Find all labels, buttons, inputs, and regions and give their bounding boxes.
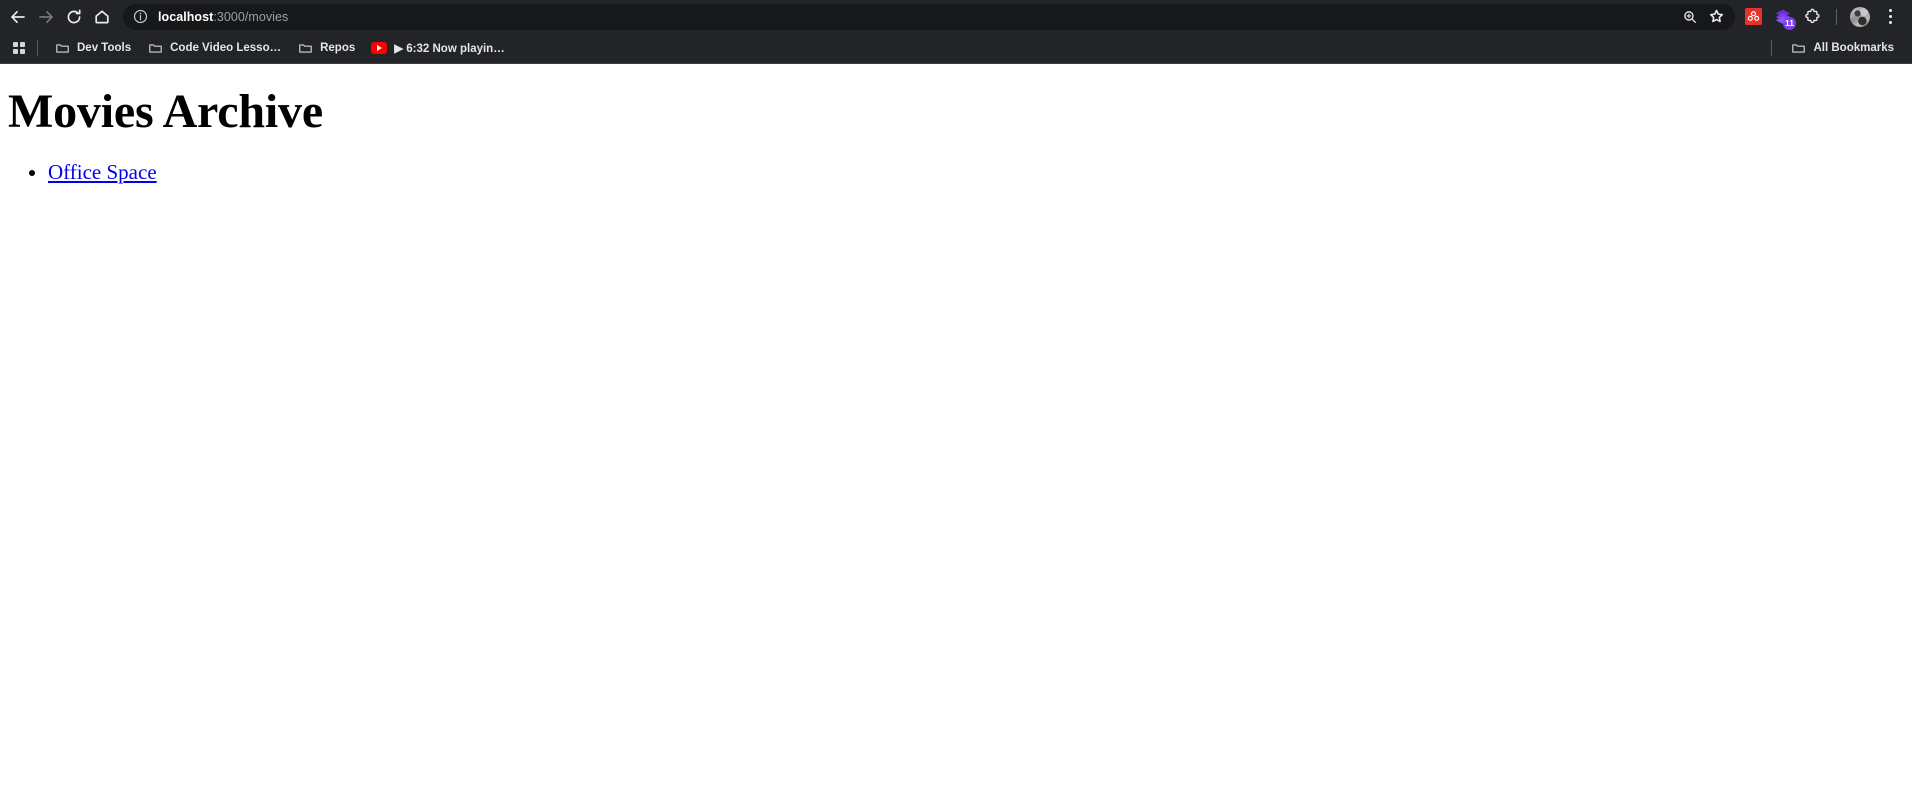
- address-host: localhost: [158, 9, 214, 24]
- browser-chrome: localhost:3000/movies 11 Dev Tools Code …: [0, 0, 1912, 64]
- extension-layers-icon: 11: [1773, 7, 1796, 30]
- page-viewport: Movies Archive Office Space: [0, 64, 1912, 786]
- bookmarks-bar: Dev Tools Code Video Lesso… Repos ▶ 6:32…: [0, 33, 1912, 64]
- folder-icon: [54, 40, 70, 56]
- bookmark-label: Dev Tools: [77, 42, 132, 54]
- reload-button[interactable]: [60, 3, 88, 31]
- bookmark-label: Repos: [320, 42, 356, 54]
- bookmark-now-playing[interactable]: ▶ 6:32 Now playin…: [363, 37, 512, 59]
- forward-button[interactable]: [32, 3, 60, 31]
- avatar: [1850, 6, 1870, 27]
- all-bookmarks-label: All Bookmarks: [1813, 42, 1894, 54]
- bookmark-code-video-lessons[interactable]: Code Video Lesso…: [139, 37, 289, 59]
- bookmark-repos[interactable]: Repos: [289, 37, 363, 59]
- chrome-menu-button[interactable]: [1876, 3, 1904, 31]
- bookmarks-divider: [37, 40, 38, 56]
- bookmark-label: ▶ 6:32 Now playin…: [394, 43, 505, 55]
- extension-red-button[interactable]: [1739, 3, 1767, 31]
- reload-icon: [67, 9, 81, 23]
- omnibox-actions: [1677, 4, 1729, 30]
- bookmark-label: Code Video Lesso…: [170, 42, 282, 54]
- home-button[interactable]: [88, 3, 116, 31]
- toolbar-divider: [1836, 8, 1837, 25]
- folder-icon: [297, 40, 313, 56]
- extension-purple-button[interactable]: 11: [1769, 3, 1797, 31]
- folder-glyph: [298, 43, 312, 53]
- back-button[interactable]: [4, 3, 32, 31]
- forward-arrow-icon: [39, 10, 53, 23]
- bookmark-dev-tools[interactable]: Dev Tools: [46, 37, 139, 59]
- folder-glyph: [148, 43, 162, 53]
- movies-list: Office Space: [8, 160, 1904, 185]
- folder-icon: [1790, 40, 1806, 56]
- three-dot-menu-icon: [1888, 9, 1892, 24]
- extension-badge-count: 11: [1783, 16, 1796, 30]
- all-bookmarks-group: All Bookmarks: [1771, 37, 1902, 59]
- address-bar[interactable]: localhost:3000/movies: [123, 3, 1735, 30]
- zoom-button[interactable]: [1677, 4, 1703, 30]
- movie-link-office-space[interactable]: Office Space: [48, 160, 157, 184]
- puzzle-piece-icon: [1805, 8, 1820, 23]
- bookmark-star-button[interactable]: [1703, 4, 1729, 30]
- folder-glyph: [55, 43, 69, 53]
- navigation-toolbar: localhost:3000/movies 11: [0, 0, 1912, 33]
- browser-window: localhost:3000/movies 11 Dev Tools Code …: [0, 0, 1912, 786]
- address-path: :3000/movies: [213, 9, 289, 24]
- extension-red-glyph: [1747, 11, 1759, 21]
- list-item: Office Space: [48, 160, 1904, 185]
- play-triangle: [377, 45, 383, 51]
- profile-button[interactable]: [1846, 3, 1874, 31]
- extensions-button[interactable]: [1799, 3, 1827, 31]
- address-bar-text: localhost:3000/movies: [158, 10, 1673, 24]
- page-body: Movies Archive Office Space: [8, 85, 1904, 185]
- site-info-icon[interactable]: [132, 8, 149, 25]
- zoom-search-icon: [1684, 10, 1696, 23]
- info-circle-icon: [133, 9, 148, 24]
- apps-shortcut-button[interactable]: [6, 35, 32, 61]
- folder-icon: [147, 40, 163, 56]
- extension-red-icon: [1744, 8, 1762, 25]
- star-icon: [1709, 9, 1723, 23]
- folder-glyph: [1792, 43, 1805, 53]
- all-bookmarks-divider: [1771, 40, 1773, 56]
- home-icon: [95, 9, 109, 23]
- apps-grid-icon: [13, 42, 25, 54]
- youtube-icon: [371, 42, 388, 54]
- toolbar-right-icons: 11: [1739, 3, 1904, 31]
- all-bookmarks-button[interactable]: All Bookmarks: [1782, 37, 1902, 59]
- page-title: Movies Archive: [8, 85, 323, 138]
- back-arrow-icon: [11, 10, 25, 23]
